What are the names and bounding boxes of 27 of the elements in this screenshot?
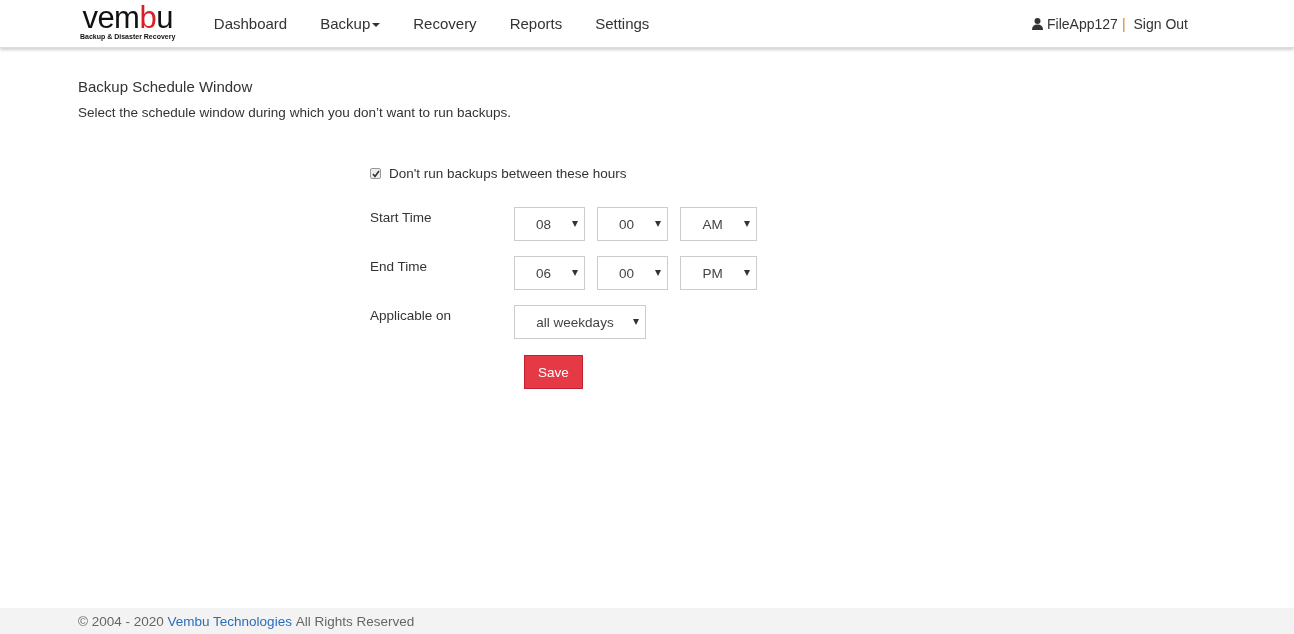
nav-link[interactable]: Dashboard — [197, 15, 304, 32]
nav-link[interactable]: Recovery — [396, 15, 494, 32]
field-label: Start Time — [370, 209, 433, 225]
dropdown-select[interactable]: 06 — [514, 256, 585, 290]
nav-link[interactable]: Reports — [493, 15, 579, 32]
company-link[interactable]: Vembu Technologies — [167, 613, 292, 629]
footer-text: © 2004 - 2020 Vembu Technologies All Rights Reserved — [0, 608, 1294, 634]
dropdown-select[interactable]: 00 — [597, 207, 668, 241]
separator: | — [1121, 15, 1126, 32]
save-button[interactable]: Save — [524, 355, 583, 389]
field-label: Applicable on — [370, 307, 453, 323]
dropdown-select[interactable]: all weekdays — [514, 305, 646, 339]
user-icon — [1032, 17, 1044, 30]
checkbox-label: Don't run backups between these hours — [389, 166, 627, 181]
page-title: Backup Schedule Window — [78, 78, 254, 95]
dropdown-select[interactable]: PM — [680, 256, 757, 290]
checkbox[interactable] — [370, 168, 381, 179]
caret-icon — [372, 23, 381, 28]
sign-out-link[interactable]: Sign Out — [1133, 15, 1188, 32]
field-label: End Time — [370, 258, 429, 274]
page-description: Select the schedule window during which you don’t want to run backups. — [78, 105, 512, 120]
dropdown-select[interactable]: AM — [680, 207, 757, 241]
dropdown-select[interactable]: 00 — [597, 256, 668, 290]
username: FileApp127 — [1047, 15, 1118, 32]
nav-link[interactable]: Backup — [303, 15, 397, 32]
nav-link[interactable]: Settings — [578, 15, 666, 32]
dropdown-select[interactable]: 08 — [514, 207, 585, 241]
